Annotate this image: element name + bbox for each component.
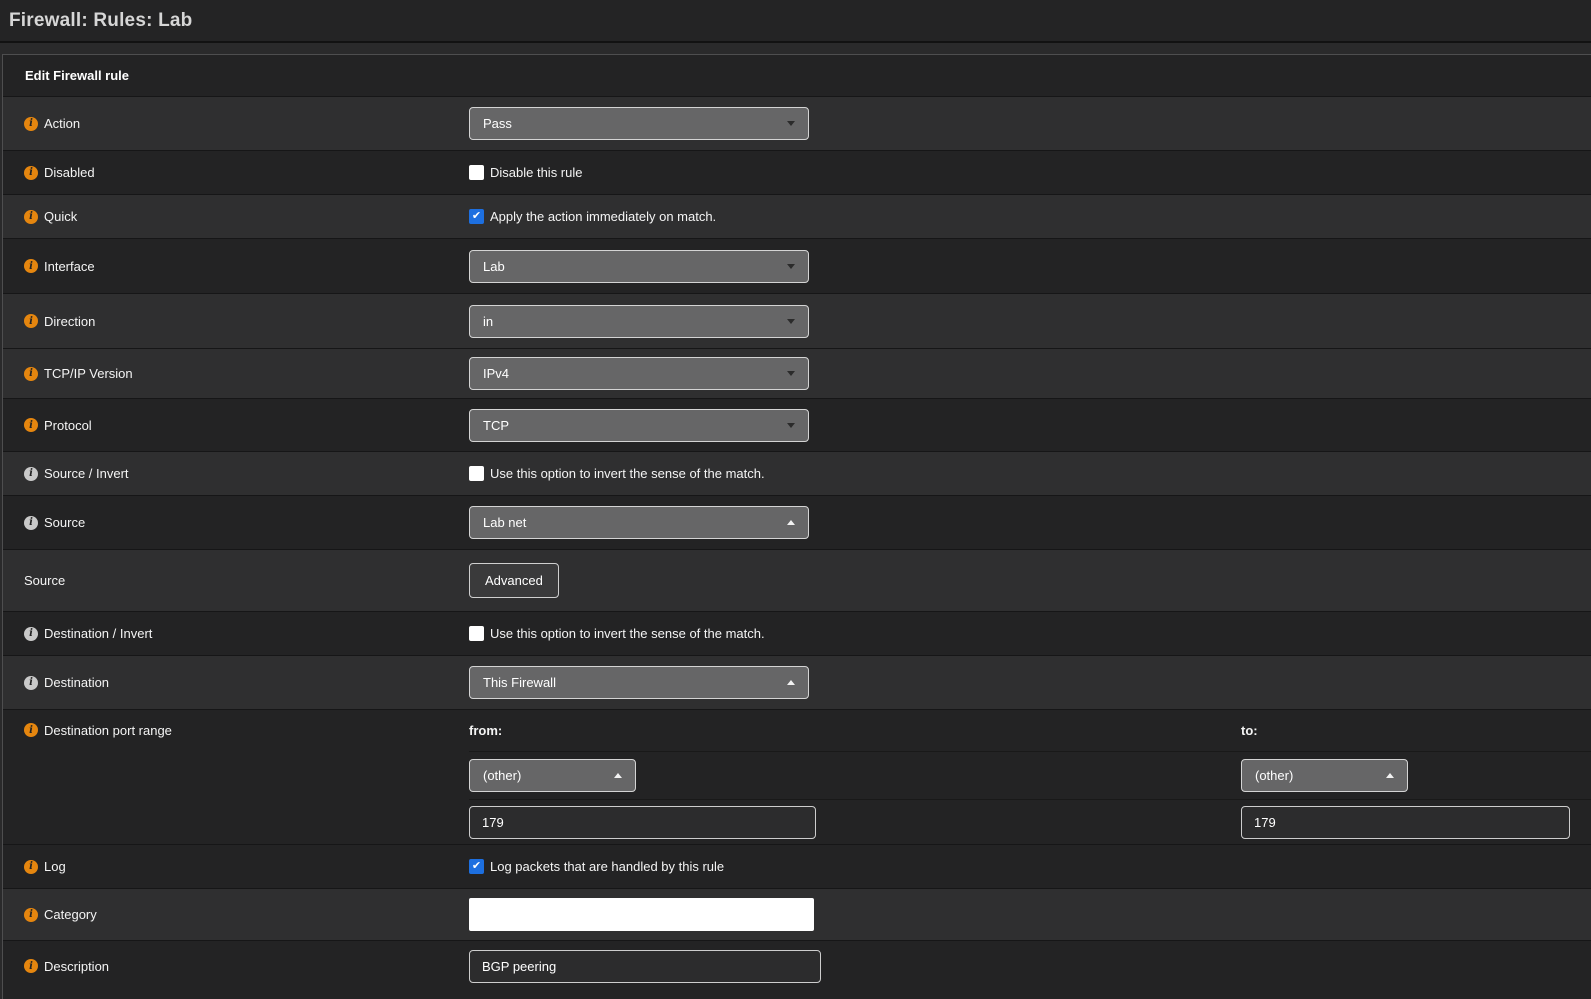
destination-select[interactable]: This Firewall (469, 666, 809, 699)
destination-invert-checkbox-label: Use this option to invert the sense of t… (490, 626, 765, 641)
field-label-action: Action (44, 116, 80, 131)
info-icon[interactable]: i (24, 723, 38, 737)
protocol-select-value: TCP (483, 418, 509, 433)
row-interface: i Interface Lab (3, 238, 1591, 293)
page-titlebar: Firewall: Rules: Lab (0, 0, 1591, 43)
row-source: i Source Lab net (3, 495, 1591, 549)
row-destination-port-range: i Destination port range from: to: (othe… (3, 709, 1591, 844)
edit-firewall-rule-panel: Edit Firewall rule i Action Pass i Disab… (2, 54, 1591, 999)
row-disabled: i Disabled Disable this rule (3, 150, 1591, 194)
port-to-select[interactable]: (other) (1241, 759, 1408, 792)
destination-invert-checkbox[interactable] (469, 626, 484, 641)
info-icon[interactable]: i (24, 367, 38, 381)
interface-select-value: Lab (483, 259, 505, 274)
row-category: i Category (3, 888, 1591, 940)
row-ip-version: i TCP/IP Version IPv4 (3, 348, 1591, 398)
info-icon[interactable]: i (24, 516, 38, 530)
row-source-invert: i Source / Invert Use this option to inv… (3, 451, 1591, 495)
quick-checkbox[interactable] (469, 209, 484, 224)
chevron-down-icon (787, 121, 795, 126)
port-from-input[interactable] (469, 806, 816, 839)
chevron-down-icon (787, 371, 795, 376)
quick-checkbox-label: Apply the action immediately on match. (490, 209, 716, 224)
source-advanced-button[interactable]: Advanced (469, 563, 559, 598)
field-label-interface: Interface (44, 259, 95, 274)
interface-select[interactable]: Lab (469, 250, 809, 283)
port-to-input[interactable] (1241, 806, 1570, 839)
field-label-source: Source (44, 515, 85, 530)
chevron-down-icon (787, 264, 795, 269)
panel-header: Edit Firewall rule (3, 55, 1591, 96)
info-icon[interactable]: i (24, 959, 38, 973)
destination-select-value: This Firewall (483, 675, 556, 690)
info-icon[interactable]: i (24, 860, 38, 874)
field-label-description: Description (44, 959, 109, 974)
field-label-destination-invert: Destination / Invert (44, 626, 152, 641)
disabled-checkbox[interactable] (469, 165, 484, 180)
row-direction: i Direction in (3, 293, 1591, 348)
direction-select-value: in (483, 314, 493, 329)
description-input[interactable] (469, 950, 821, 983)
row-log: i Log Log packets that are handled by th… (3, 844, 1591, 888)
field-label-source-advanced: Source (24, 573, 65, 588)
source-invert-checkbox[interactable] (469, 466, 484, 481)
info-icon[interactable]: i (24, 627, 38, 641)
info-icon[interactable]: i (24, 166, 38, 180)
field-label-destination-port-range: Destination port range (44, 723, 172, 738)
disabled-checkbox-label: Disable this rule (490, 165, 583, 180)
info-icon[interactable]: i (24, 259, 38, 273)
source-select[interactable]: Lab net (469, 506, 809, 539)
direction-select[interactable]: in (469, 305, 809, 338)
port-range-from-header: from: (469, 723, 502, 738)
field-label-quick: Quick (44, 209, 77, 224)
field-label-category: Category (44, 907, 97, 922)
field-label-destination: Destination (44, 675, 109, 690)
chevron-up-icon (787, 520, 795, 525)
info-icon[interactable]: i (24, 418, 38, 432)
row-destination: i Destination This Firewall (3, 655, 1591, 709)
row-action: i Action Pass (3, 96, 1591, 150)
chevron-up-icon (614, 773, 622, 778)
port-to-select-value: (other) (1255, 768, 1293, 783)
action-select[interactable]: Pass (469, 107, 809, 140)
row-protocol: i Protocol TCP (3, 398, 1591, 451)
row-description: i Description (3, 940, 1591, 999)
chevron-down-icon (787, 423, 795, 428)
source-invert-checkbox-label: Use this option to invert the sense of t… (490, 466, 765, 481)
info-icon[interactable]: i (24, 676, 38, 690)
port-range-to-header: to: (1241, 723, 1258, 738)
protocol-select[interactable]: TCP (469, 409, 809, 442)
page-title: Firewall: Rules: Lab (9, 10, 192, 32)
log-checkbox[interactable] (469, 859, 484, 874)
field-label-disabled: Disabled (44, 165, 95, 180)
field-label-direction: Direction (44, 314, 95, 329)
category-input[interactable] (469, 898, 814, 931)
port-range-table: from: to: (other) (oth (469, 710, 1591, 844)
port-from-select[interactable]: (other) (469, 759, 636, 792)
panel-header-title: Edit Firewall rule (25, 68, 129, 83)
field-label-protocol: Protocol (44, 418, 92, 433)
ip-version-select[interactable]: IPv4 (469, 357, 809, 390)
ip-version-select-value: IPv4 (483, 366, 509, 381)
row-source-advanced: Source Advanced (3, 549, 1591, 611)
info-icon[interactable]: i (24, 210, 38, 224)
port-from-select-value: (other) (483, 768, 521, 783)
field-label-ip-version: TCP/IP Version (44, 366, 133, 381)
action-select-value: Pass (483, 116, 512, 131)
log-checkbox-label: Log packets that are handled by this rul… (490, 859, 724, 874)
info-icon[interactable]: i (24, 314, 38, 328)
row-quick: i Quick Apply the action immediately on … (3, 194, 1591, 238)
info-icon[interactable]: i (24, 908, 38, 922)
info-icon[interactable]: i (24, 467, 38, 481)
chevron-up-icon (1386, 773, 1394, 778)
chevron-down-icon (787, 319, 795, 324)
chevron-up-icon (787, 680, 795, 685)
field-label-log: Log (44, 859, 66, 874)
source-select-value: Lab net (483, 515, 526, 530)
row-destination-invert: i Destination / Invert Use this option t… (3, 611, 1591, 655)
field-label-source-invert: Source / Invert (44, 466, 129, 481)
info-icon[interactable]: i (24, 117, 38, 131)
